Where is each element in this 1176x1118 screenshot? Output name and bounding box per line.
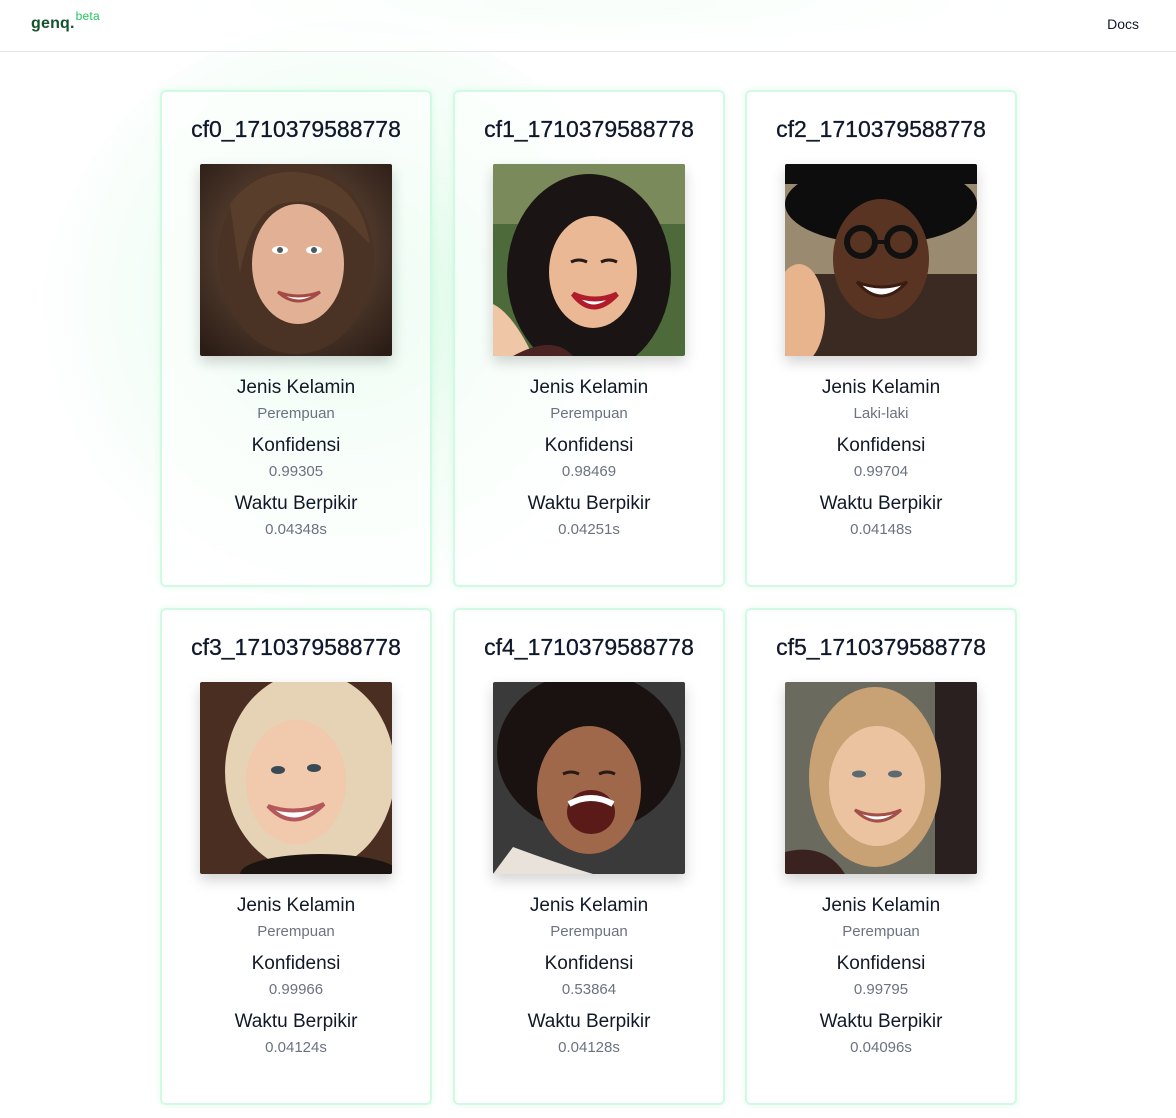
face-photo (785, 164, 977, 356)
face-photo (493, 164, 685, 356)
confidence-value: 0.98469 (561, 463, 617, 480)
brand-logo-link[interactable]: genq.beta (31, 9, 100, 33)
gender-label: Jenis Kelamin (821, 377, 941, 398)
card-title: cf1_1710379588778 (484, 116, 694, 142)
time-label: Waktu Berpikir (234, 493, 358, 514)
time-value: 0.04148s (850, 521, 912, 538)
card-title: cf3_1710379588778 (191, 634, 401, 660)
gender-value: Perempuan (842, 923, 920, 940)
result-card: cf5_1710379588778 Jenis Kelamin Perempua… (745, 608, 1017, 1105)
card-title: cf0_1710379588778 (191, 116, 401, 142)
result-card: cf4_1710379588778 Jenis Kelamin Perempua… (453, 608, 725, 1105)
time-value: 0.04128s (558, 1039, 620, 1056)
gender-value: Perempuan (550, 923, 628, 940)
confidence-label: Konfidensi (836, 953, 926, 974)
face-photo (493, 682, 685, 874)
time-value: 0.04124s (265, 1039, 327, 1056)
result-card: cf3_1710379588778 Jenis Kelamin Perempua… (160, 608, 432, 1105)
gender-value: Perempuan (257, 923, 335, 940)
result-card: cf1_1710379588778 Jenis Kelamin Perempua… (453, 90, 725, 587)
gender-label: Jenis Kelamin (821, 895, 941, 916)
result-card: cf2_1710379588778 Jenis Kelamin Laki-lak… (745, 90, 1017, 587)
card-title: cf4_1710379588778 (484, 634, 694, 660)
gender-label: Jenis Kelamin (236, 895, 356, 916)
face-photo (200, 164, 392, 356)
confidence-value: 0.99704 (853, 463, 909, 480)
time-value: 0.04348s (265, 521, 327, 538)
confidence-label: Konfidensi (251, 953, 341, 974)
top-navbar: genq.beta Docs (0, 0, 1176, 52)
confidence-value: 0.53864 (561, 981, 617, 998)
gender-value: Perempuan (550, 405, 628, 422)
card-title: cf5_1710379588778 (776, 634, 986, 660)
confidence-value: 0.99966 (268, 981, 324, 998)
time-label: Waktu Berpikir (527, 1011, 651, 1032)
time-value: 0.04096s (850, 1039, 912, 1056)
time-label: Waktu Berpikir (234, 1011, 358, 1032)
gender-label: Jenis Kelamin (529, 895, 649, 916)
time-label: Waktu Berpikir (819, 1011, 943, 1032)
beta-badge: beta (75, 9, 100, 23)
card-title: cf2_1710379588778 (776, 116, 986, 142)
time-label: Waktu Berpikir (819, 493, 943, 514)
result-card: cf0_1710379588778 Jenis Kelamin Perempua… (160, 90, 432, 587)
face-photo (785, 682, 977, 874)
brand-name: genq. (31, 15, 75, 32)
confidence-label: Konfidensi (836, 435, 926, 456)
confidence-label: Konfidensi (251, 435, 341, 456)
time-label: Waktu Berpikir (527, 493, 651, 514)
confidence-label: Konfidensi (544, 953, 634, 974)
time-value: 0.04251s (558, 521, 620, 538)
confidence-value: 0.99795 (853, 981, 909, 998)
gender-label: Jenis Kelamin (236, 377, 356, 398)
face-photo (200, 682, 392, 874)
gender-label: Jenis Kelamin (529, 377, 649, 398)
confidence-label: Konfidensi (544, 435, 634, 456)
docs-link[interactable]: Docs (1107, 16, 1139, 32)
gender-value: Perempuan (257, 405, 335, 422)
confidence-value: 0.99305 (268, 463, 324, 480)
gender-value: Laki-laki (853, 405, 909, 422)
